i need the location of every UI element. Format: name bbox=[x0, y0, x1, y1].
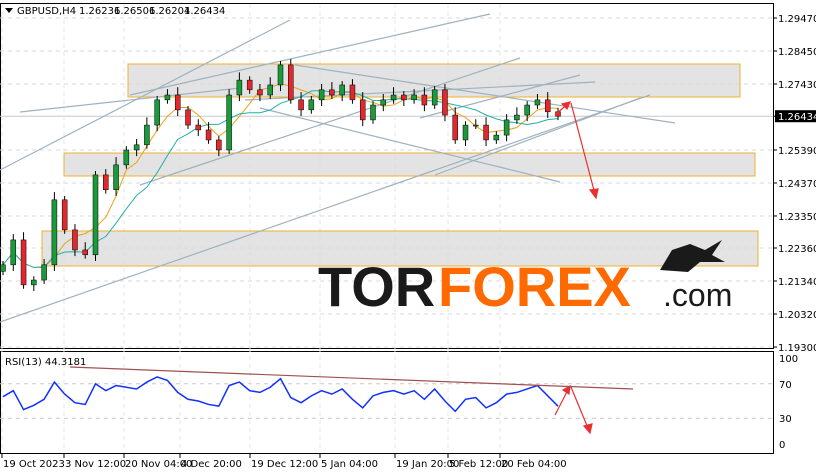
candle bbox=[411, 94, 417, 101]
candle bbox=[154, 99, 160, 126]
x-tick-label: 20 Feb 04:00 bbox=[501, 459, 567, 470]
candle bbox=[72, 229, 78, 251]
candle bbox=[544, 99, 551, 113]
candle bbox=[113, 164, 119, 191]
candle bbox=[473, 124, 479, 127]
x-tick-label: 3 Nov 12:00 bbox=[65, 459, 126, 470]
candle bbox=[205, 129, 212, 141]
candle bbox=[20, 239, 27, 286]
candle bbox=[349, 84, 356, 101]
candle bbox=[452, 114, 458, 141]
logo-tor: TOR bbox=[318, 255, 435, 318]
candle bbox=[0, 264, 6, 272]
support-zone bbox=[63, 152, 756, 177]
x-tick-label: 19 Dec 12:00 bbox=[251, 459, 318, 470]
candle bbox=[442, 89, 448, 116]
x-tick-label: 4 Dec 20:00 bbox=[181, 459, 242, 470]
y-tick-label: 1.24370 bbox=[778, 179, 816, 190]
y-tick-label: 1.27430 bbox=[778, 80, 816, 91]
y-tick-label: 1.20320 bbox=[778, 310, 816, 321]
candle bbox=[380, 99, 387, 106]
candle bbox=[277, 64, 284, 86]
candle bbox=[123, 149, 130, 166]
symbol-label: GBPUSD,H4 bbox=[17, 6, 76, 17]
candle bbox=[133, 144, 140, 151]
candle bbox=[288, 64, 294, 101]
candle bbox=[144, 124, 150, 146]
current-price-label: 1.26434 bbox=[778, 112, 816, 123]
candle bbox=[298, 99, 304, 111]
candle bbox=[370, 104, 376, 121]
candle bbox=[329, 89, 335, 96]
y-tick-label: 1.22360 bbox=[778, 244, 816, 255]
rsi-tick-label: 0 bbox=[779, 440, 785, 451]
y-tick-label: 1.29470 bbox=[778, 14, 816, 25]
candle bbox=[524, 104, 530, 116]
candle bbox=[431, 89, 438, 106]
candle bbox=[534, 99, 541, 106]
candle bbox=[257, 89, 263, 96]
candle bbox=[226, 94, 232, 151]
candle bbox=[390, 94, 397, 101]
rsi-tick-label: 30 bbox=[779, 414, 792, 425]
candle bbox=[421, 94, 428, 106]
candle bbox=[267, 84, 273, 96]
candle bbox=[503, 119, 510, 136]
candle bbox=[103, 174, 109, 191]
candle bbox=[51, 199, 58, 266]
x-tick-label: 5 Feb 12:00 bbox=[449, 459, 508, 470]
candle bbox=[359, 99, 366, 121]
candle bbox=[164, 94, 171, 101]
rsi-panel bbox=[0, 351, 774, 454]
rsi-label: RSI(13) 44.3181 bbox=[5, 357, 86, 368]
candle bbox=[483, 124, 489, 141]
y-tick-label: 1.21340 bbox=[778, 277, 816, 288]
y-tick-label: 1.28450 bbox=[778, 47, 816, 58]
candle bbox=[185, 109, 191, 126]
candle bbox=[318, 89, 325, 101]
x-tick-label: 19 Oct 2023 bbox=[3, 459, 65, 470]
candle bbox=[174, 94, 181, 111]
candle bbox=[236, 79, 243, 96]
candle bbox=[493, 134, 500, 141]
candle bbox=[31, 279, 37, 286]
x-tick-label: 5 Jan 04:00 bbox=[321, 459, 378, 470]
ohlc-close: 1.26434 bbox=[184, 6, 225, 17]
candle bbox=[462, 124, 469, 141]
candle bbox=[61, 199, 68, 231]
rsi-tick-label: 100 bbox=[779, 354, 798, 365]
candle bbox=[401, 94, 407, 101]
rsi-tick-label: 70 bbox=[779, 380, 792, 391]
candle bbox=[41, 264, 47, 281]
candle bbox=[10, 239, 17, 266]
logo-forex: FOREX bbox=[438, 255, 631, 318]
candle bbox=[216, 139, 222, 151]
y-tick-label: 1.23350 bbox=[778, 212, 816, 223]
y-tick-label: 1.25390 bbox=[778, 146, 816, 157]
candle bbox=[308, 99, 315, 111]
candle bbox=[92, 174, 99, 256]
candle bbox=[82, 249, 88, 256]
candle bbox=[514, 114, 520, 121]
chart-window: TOR FOREX .com GBPUSD,H4 1.26236 1.26506… bbox=[0, 3, 816, 470]
logo-com: .com bbox=[663, 277, 732, 313]
candle bbox=[195, 124, 202, 131]
y-tick-label: 1.19300 bbox=[778, 343, 816, 354]
candle bbox=[246, 79, 253, 91]
candle bbox=[339, 84, 345, 96]
